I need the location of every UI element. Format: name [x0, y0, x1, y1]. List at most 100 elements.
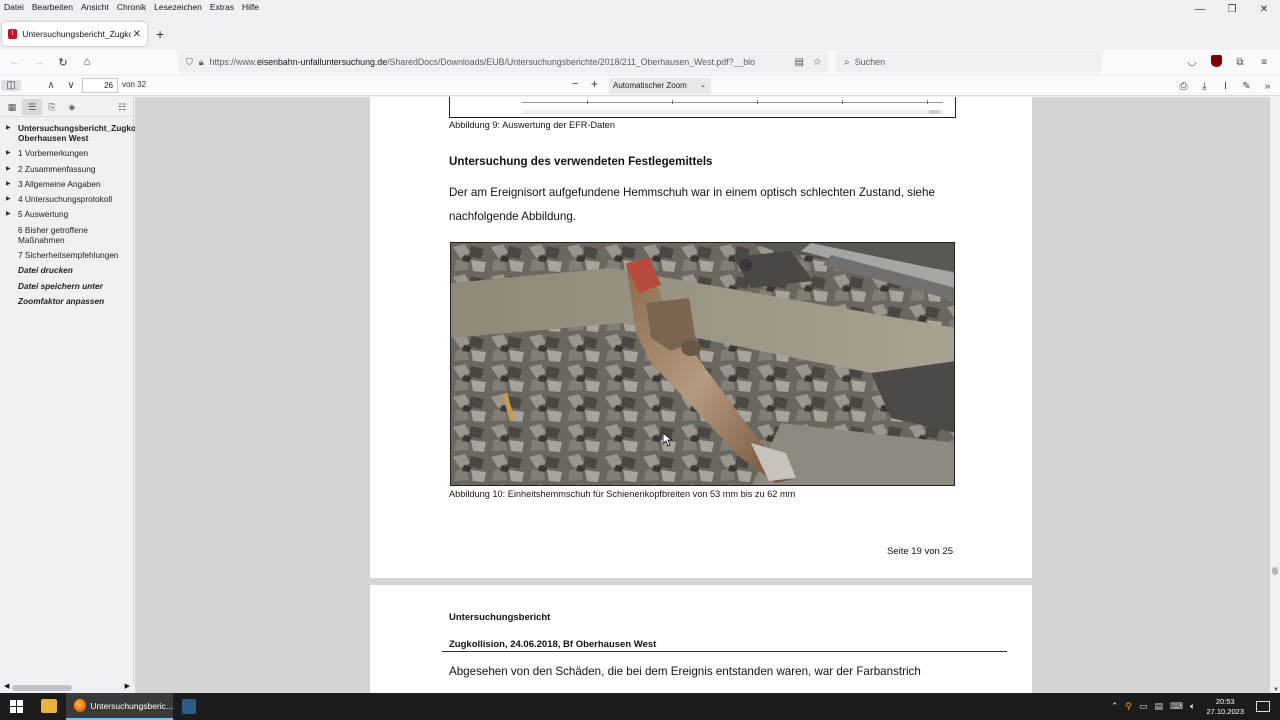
document-outline: ▶ Untersuchungsbericht_Zugkollision Oberh…: [0, 117, 160, 306]
thumbnails-icon[interactable]: ▦: [2, 99, 22, 115]
extensions-icon[interactable]: ⧉: [1228, 57, 1252, 68]
windows-start-icon[interactable]: [10, 700, 24, 714]
page-number-input[interactable]: 26: [82, 78, 118, 93]
chevron-up-icon[interactable]: ⌃: [1111, 701, 1119, 712]
home-icon[interactable]: ⌂: [75, 56, 99, 68]
notification-icon[interactable]: [1256, 701, 1270, 712]
toolbar-icons: ◡ ⧉ ≡: [1180, 50, 1276, 74]
menu-item[interactable]: Bearbeiten: [32, 2, 73, 12]
favicon-icon: !: [8, 29, 18, 39]
layers-icon[interactable]: ◈: [62, 99, 82, 115]
bookmark-star-icon[interactable]: ☆: [813, 57, 822, 68]
lock-icon[interactable]: 🔒︎: [199, 57, 204, 68]
sidebar-toggle-icon[interactable]: ◫: [1, 80, 21, 91]
clock-time: 20:53: [1215, 696, 1235, 706]
clock[interactable]: 20:53 27.10.2023: [1206, 697, 1244, 717]
pdf-toolbar: ◫ ∧ ∨ 26 von 32 − + Automatischer Zoom ⌄…: [0, 76, 1280, 96]
attachments-icon[interactable]: ⎘: [42, 99, 62, 115]
reader-view-icon[interactable]: ▤: [795, 57, 804, 68]
outline-item[interactable]: ▶ 2 Zusammenfassung: [0, 164, 133, 174]
scroll-right-icon[interactable]: ▶: [125, 682, 130, 690]
navigation-bar: ← → ↻ ⌂ ⛉ 🔒︎ https://www.eisenbahn-unfal…: [0, 50, 1280, 74]
browser-tab[interactable]: ! Untersuchungsbericht_Zugkollisi ✕: [2, 22, 147, 46]
draw-icon[interactable]: ✎: [1236, 81, 1257, 92]
minimize-icon[interactable]: —: [1184, 0, 1216, 18]
outline-item-label: 5 Auswertung: [18, 209, 69, 220]
search-tray-icon[interactable]: ⚲: [1125, 701, 1132, 712]
outline-options-icon[interactable]: ☷: [112, 99, 132, 115]
outline-item-label: Zoomfaktor anpassen: [18, 295, 105, 306]
next-page-icon[interactable]: ∨: [61, 80, 81, 91]
url-bar[interactable]: ⛉ 🔒︎ https://www.eisenbahn-unfalluntersu…: [178, 51, 828, 73]
outline-item[interactable]: Datei speichern unter: [0, 281, 133, 291]
back-icon[interactable]: ←: [3, 56, 27, 68]
file-explorer-icon[interactable]: [41, 699, 57, 713]
menu-bar: Datei Bearbeiten Ansicht Chronik Lesezeichen…: [0, 0, 1280, 14]
outline-icon[interactable]: ☰: [22, 98, 42, 115]
outline-item[interactable]: Datei drucken: [0, 265, 133, 275]
menu-item[interactable]: Lesezeichen: [154, 2, 202, 12]
sidebar-scrollbar[interactable]: ◀ ▶: [0, 683, 134, 693]
outline-item[interactable]: ▶ Untersuchungsbericht_Zugkollision Oberh…: [0, 123, 160, 143]
scroll-left-icon[interactable]: ◀: [4, 682, 9, 690]
sidebar-view-buttons: ▦ ☰ ⎘ ◈ ☷: [0, 97, 133, 117]
reload-icon[interactable]: ↻: [51, 56, 75, 69]
chevron-down-icon: ⌄: [700, 82, 706, 89]
taskbar: Untersuchungsberic... ⌃ ⚲ ▭ ▤ ⌨ 🔈︎ 20:53…: [0, 693, 1280, 720]
outline-item[interactable]: 7 Sicherheitsempfehlungen: [0, 250, 133, 260]
previous-page-icon[interactable]: ∧: [41, 80, 61, 91]
zoom-select[interactable]: Automatischer Zoom ⌄: [609, 78, 711, 94]
taskbar-firefox[interactable]: Untersuchungsberic...: [66, 693, 173, 720]
search-bar[interactable]: ⌕ Suchen: [836, 51, 1102, 73]
outline-item[interactable]: 6 Bisher getroffene Maßnahmen: [0, 225, 133, 245]
outline-item[interactable]: ▶ 4 Untersuchungsprotokoll: [0, 194, 133, 204]
tab-strip: ! Untersuchungsbericht_Zugkollisi ✕ +: [0, 20, 1280, 48]
close-icon[interactable]: ✕: [1248, 0, 1280, 18]
header-incident: Zugkollision, 24.06.2018, Bf Oberhausen …: [449, 639, 657, 650]
pdf-page: Abbildung 9: Auswertung der EFR-Daten Un…: [370, 97, 1032, 578]
more-tools-icon[interactable]: »: [1257, 81, 1278, 92]
battery-icon[interactable]: ▭: [1139, 701, 1148, 712]
expand-arrow-icon[interactable]: ▶: [6, 148, 11, 158]
volume-icon[interactable]: 🔈︎: [1190, 701, 1195, 712]
text-tool-icon[interactable]: I: [1215, 81, 1236, 92]
menu-item[interactable]: Chronik: [117, 2, 146, 12]
expand-arrow-icon[interactable]: ▶: [6, 179, 11, 189]
outline-item[interactable]: ▶ 5 Auswertung: [0, 209, 133, 219]
pocket-icon[interactable]: ◡: [1180, 57, 1204, 68]
zoom-in-icon[interactable]: +: [591, 77, 598, 91]
figure-caption: Abbildung 9: Auswertung der EFR-Daten: [449, 120, 615, 130]
outline-item[interactable]: ▶ 1 Vorbemerkungen: [0, 148, 133, 158]
paragraph-line: nachfolgende Abbildung.: [449, 210, 576, 223]
menu-item[interactable]: Ansicht: [81, 2, 109, 12]
page-footer: Seite 19 von 25: [886, 546, 953, 557]
expand-arrow-icon[interactable]: ▶: [6, 123, 11, 133]
network-icon[interactable]: ▤: [1155, 701, 1164, 712]
tab-close-icon[interactable]: ✕: [133, 29, 141, 40]
restore-icon[interactable]: ❐: [1216, 0, 1248, 18]
forward-icon[interactable]: →: [27, 56, 51, 68]
viewer-scrollbar[interactable]: ▼: [1270, 97, 1280, 693]
outline-item[interactable]: Zoomfaktor anpassen: [0, 296, 133, 306]
outline-item-label: 4 Untersuchungsprotokoll: [18, 194, 113, 205]
menu-item[interactable]: Extras: [210, 2, 234, 12]
pdf-viewer[interactable]: Abbildung 9: Auswertung der EFR-Daten Un…: [135, 97, 1280, 693]
menu-item[interactable]: Datei: [4, 2, 24, 12]
calculator-icon[interactable]: [182, 699, 196, 714]
outline-item[interactable]: ▶ 3 Allgemeine Angaben: [0, 179, 133, 189]
expand-arrow-icon[interactable]: ▶: [6, 164, 11, 174]
ublock-icon[interactable]: [1204, 54, 1228, 70]
expand-arrow-icon[interactable]: ▶: [6, 209, 11, 219]
menu-item[interactable]: Hilfe: [242, 2, 259, 12]
pdf-toolbar-right: ⎙ ⤓ I ✎ »: [1173, 76, 1278, 96]
url-text[interactable]: https://www.eisenbahn-unfalluntersuchung…: [210, 57, 780, 67]
shield-icon[interactable]: ⛉: [186, 57, 193, 68]
zoom-out-icon[interactable]: −: [572, 78, 578, 90]
save-icon[interactable]: ⤓: [1194, 81, 1215, 92]
hemmschuh-photo: [450, 242, 955, 486]
print-icon[interactable]: ⎙: [1173, 81, 1194, 92]
menu-icon[interactable]: ≡: [1252, 57, 1276, 68]
new-tab-icon[interactable]: +: [156, 26, 164, 42]
keyboard-icon[interactable]: ⌨: [1170, 701, 1183, 712]
expand-arrow-icon[interactable]: ▶: [6, 194, 11, 204]
